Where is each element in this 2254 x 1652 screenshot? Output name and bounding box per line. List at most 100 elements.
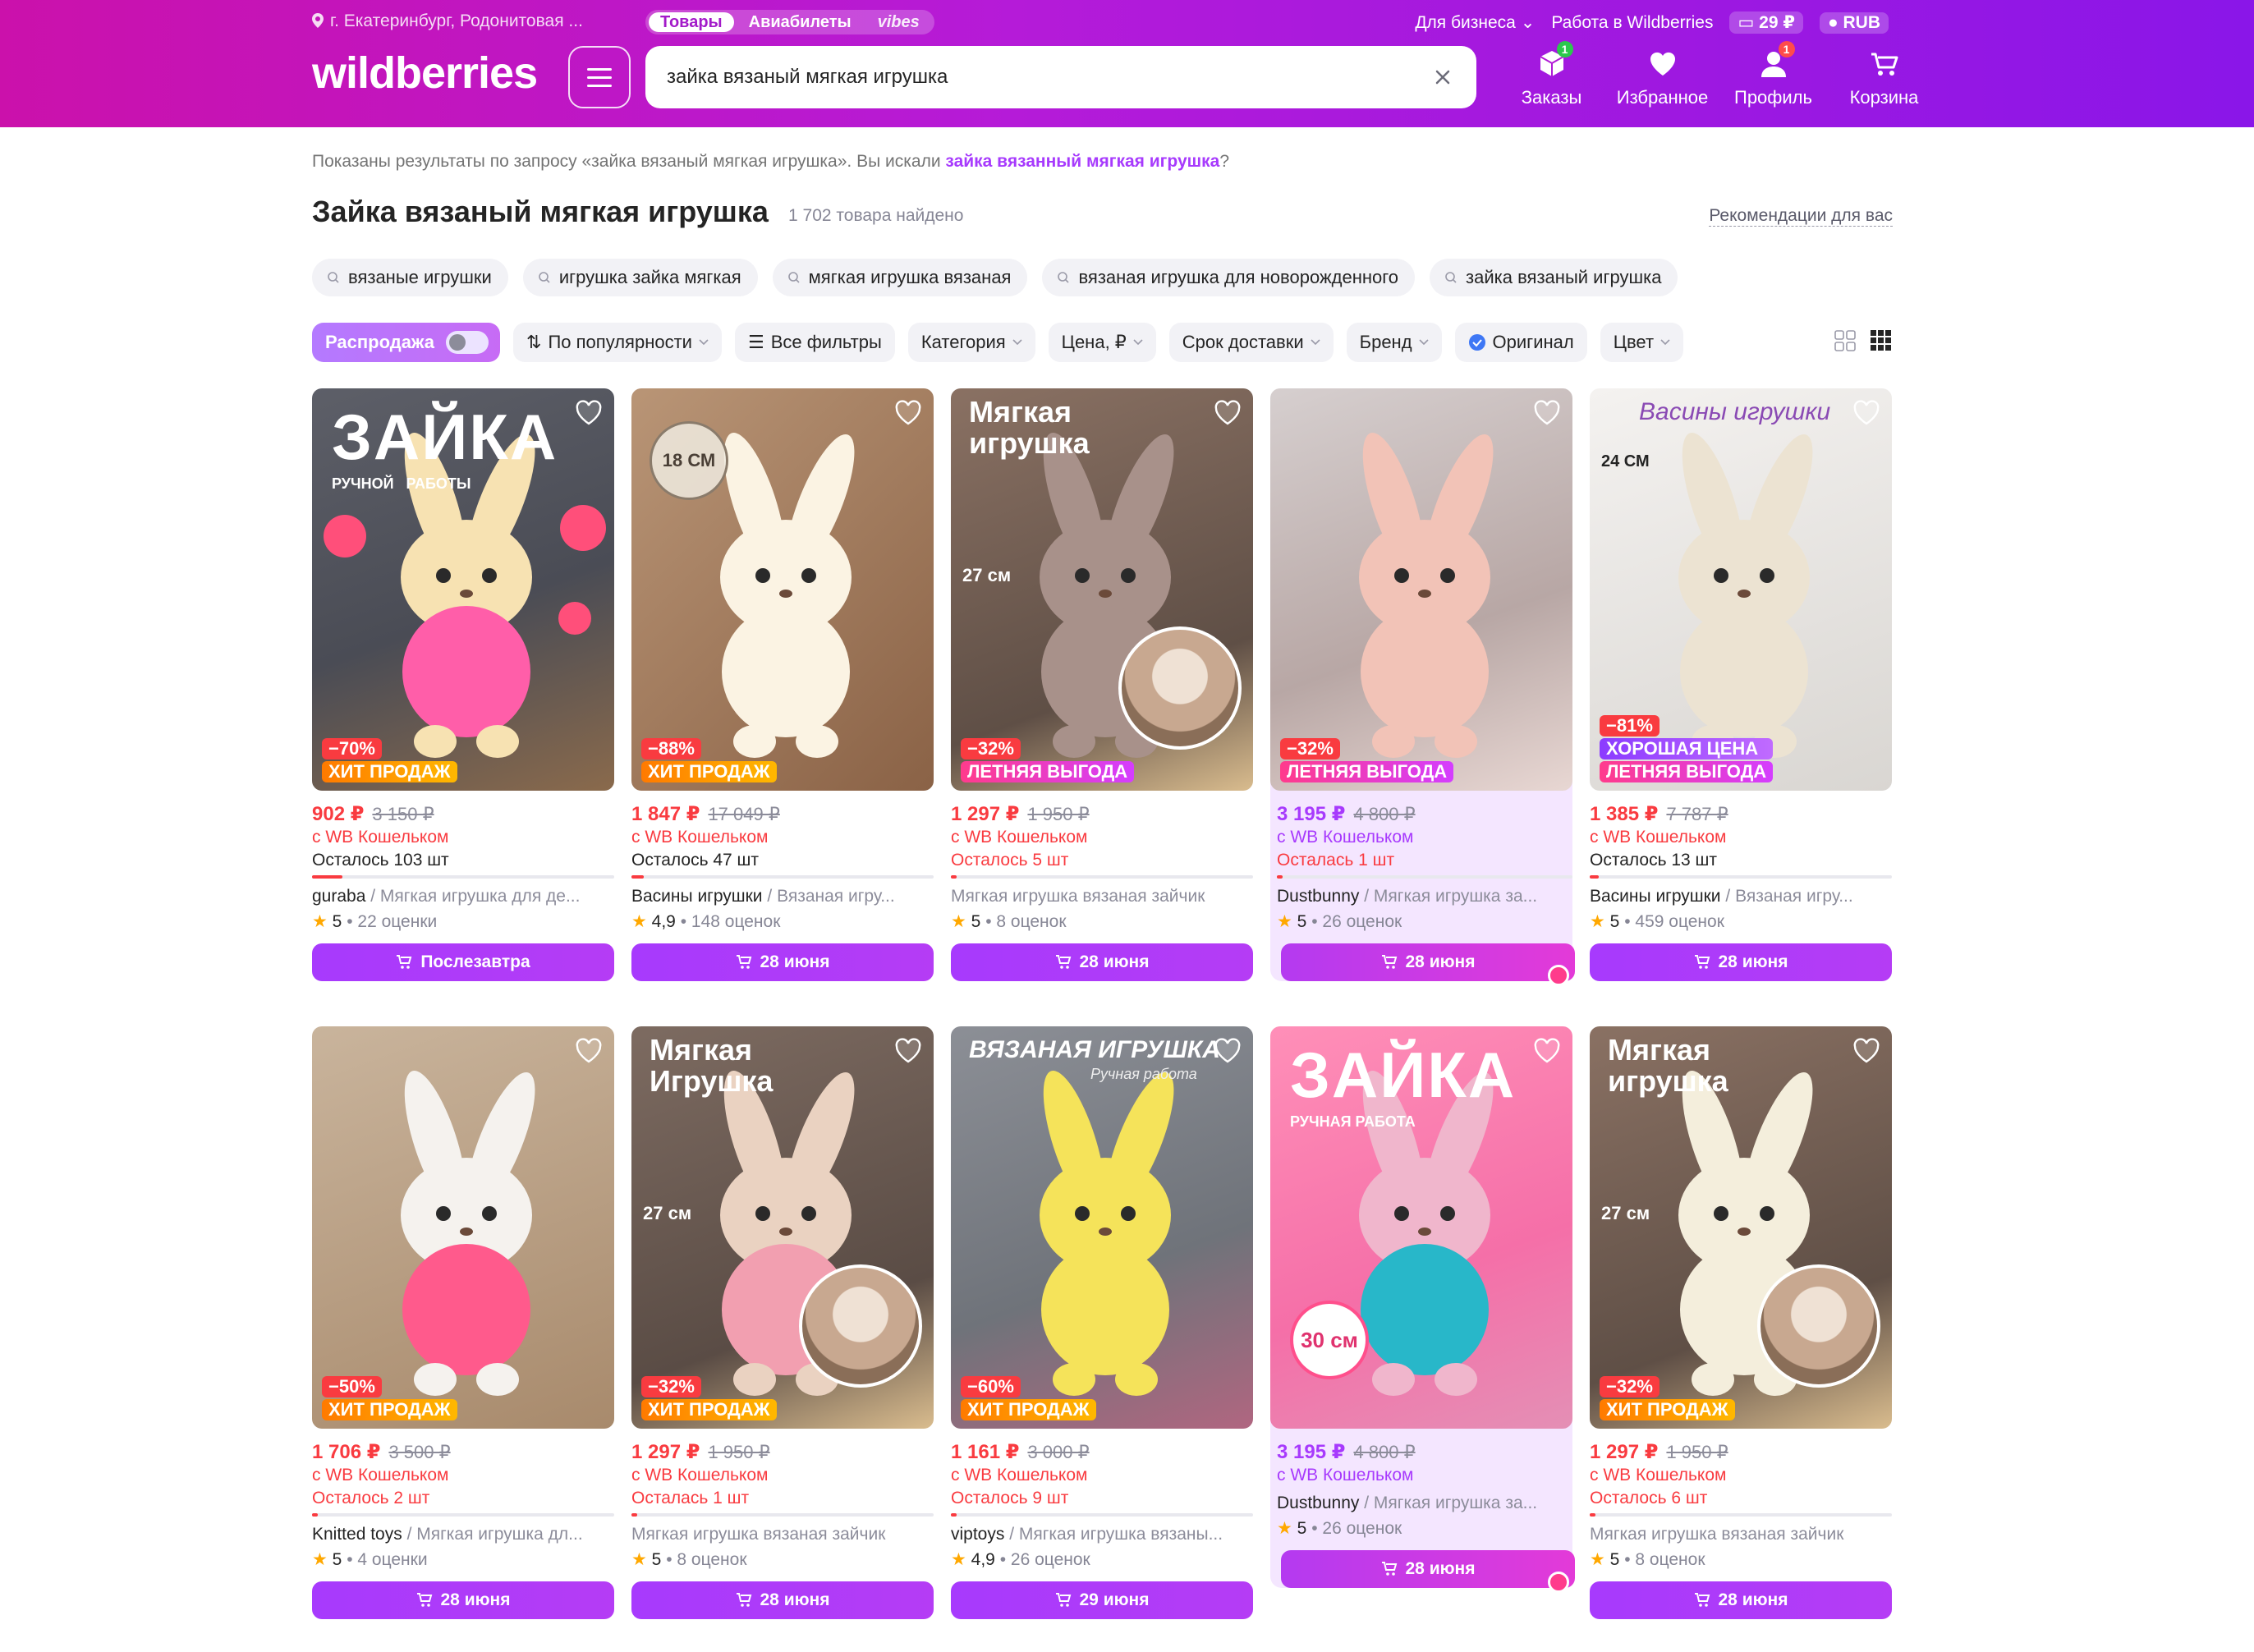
menu-button[interactable]	[568, 46, 631, 108]
product-card[interactable]: ВЯЗАНАЯ ИГРУШКА Ручная работа −60% ХИТ ПР…	[951, 1026, 1253, 1619]
corrected-query-link[interactable]: зайка вязанный мягкая игрушка	[945, 152, 1219, 171]
product-image[interactable]: ЗАЙКА РУЧНОЙ РАБОТЫ −70% ХИТ ПРОДАЖ	[312, 388, 614, 791]
filter-category[interactable]: Категория	[907, 323, 1035, 362]
suggestion-chip[interactable]: вязаная игрушка для новорожденного	[1042, 259, 1416, 296]
all-filters-button[interactable]: ☰ Все фильтры	[734, 323, 895, 362]
heart-icon[interactable]	[1214, 1038, 1242, 1064]
favorites-button[interactable]: Избранное	[1607, 43, 1718, 108]
suggestion-chip[interactable]: мягкая игрушка вязаная	[772, 259, 1028, 296]
heart-icon[interactable]	[894, 400, 922, 426]
location[interactable]: г. Екатеринбург, Родонитовая ...	[312, 11, 583, 31]
product-image[interactable]: 18 СМ −88% ХИТ ПРОДАЖ	[631, 388, 934, 791]
filter-delivery[interactable]: Срок доставки	[1168, 323, 1334, 362]
product-name[interactable]: Dustbunny / Мягкая игрушка за...	[1277, 887, 1572, 906]
recommendations-link[interactable]: Рекомендации для вас	[1709, 206, 1893, 227]
add-to-cart-button[interactable]: 28 июня	[1590, 1581, 1892, 1619]
heart-icon[interactable]	[1533, 1038, 1561, 1064]
product-title: Мягкая игрушка вязаны...	[1018, 1525, 1223, 1544]
product-card[interactable]: −50% ХИТ ПРОДАЖ 1 706 ₽ 3 500 ₽ с WB Коше…	[312, 1026, 614, 1619]
product-name[interactable]: Dustbunny / Мягкая игрушка за...	[1277, 1494, 1572, 1513]
close-icon[interactable]	[1430, 65, 1455, 89]
product-image[interactable]: ВЯЗАНАЯ ИГРУШКА Ручная работа −60% ХИТ ПР…	[951, 1026, 1253, 1429]
search-input[interactable]	[667, 46, 1406, 108]
heart-icon[interactable]	[894, 1038, 922, 1064]
suggestion-chip[interactable]: вязаные игрушки	[312, 259, 508, 296]
tab-goods[interactable]: Товары	[649, 12, 734, 32]
product-image[interactable]: Мягкая игрушка 27 см −32% ХИТ ПРОДАЖ	[1590, 1026, 1892, 1429]
grid-small-icon[interactable]	[1870, 329, 1893, 352]
filter-bar: Распродажа ⇅ По популярности ☰ Все фильтры…	[312, 323, 1893, 362]
image-subtitle: РУЧНАЯ РАБОТА	[1290, 1113, 1416, 1130]
heart-icon[interactable]	[1852, 400, 1880, 426]
add-to-cart-button[interactable]: Послезавтра	[312, 943, 614, 981]
rating: ★ 4,9 • 26 оценок	[951, 1550, 1090, 1569]
product-name[interactable]: Мягкая игрушка вязаная зайчик	[631, 1525, 934, 1544]
heart-icon[interactable]	[1533, 400, 1561, 426]
flag-icon: ●	[1827, 12, 1843, 32]
tab-vibes[interactable]: vibes	[866, 12, 931, 32]
suggestion-chip[interactable]: игрушка зайка мягкая	[522, 259, 758, 296]
grid-large-icon[interactable]	[1834, 329, 1857, 352]
product-image[interactable]: −32% ЛЕТНЯЯ ВЫГОДА	[1270, 388, 1572, 791]
product-card[interactable]: −32% ЛЕТНЯЯ ВЫГОДА 3 195 ₽ 4 800 ₽ с WB К…	[1270, 388, 1575, 986]
image-badges: −32% ХИТ ПРОДАЖ	[1600, 1376, 1735, 1420]
filter-brand[interactable]: Бренд	[1346, 323, 1442, 362]
currency-chip[interactable]: ● RUB	[1819, 11, 1889, 34]
thumbnail-inset	[1118, 626, 1242, 750]
product-image[interactable]: −50% ХИТ ПРОДАЖ	[312, 1026, 614, 1429]
product-name[interactable]: Мягкая игрушка вязаная зайчик	[951, 887, 1253, 906]
promo-tag: ЛЕТНЯЯ ВЫГОДА	[1600, 761, 1774, 782]
filter-color[interactable]: Цвет	[1600, 323, 1684, 362]
star-icon: ★	[631, 1550, 647, 1569]
add-to-cart-button[interactable]: 28 июня	[1281, 943, 1575, 981]
product-card[interactable]: ЗАЙКА РУЧНОЙ РАБОТЫ −70% ХИТ ПРОДАЖ 902 ₽…	[312, 388, 614, 981]
product-name[interactable]: Knitted toys / Мягкая игрушка дл...	[312, 1525, 614, 1544]
add-to-cart-button[interactable]: 29 июня	[951, 1581, 1253, 1619]
work-link[interactable]: Работа в Wildberries	[1551, 13, 1713, 33]
product-card[interactable]: ЗАЙКА РУЧНАЯ РАБОТА 30 см 3 195 ₽ 4 800 ₽ с…	[1270, 1026, 1575, 1593]
product-image[interactable]: Мягкая Игрушка 27 см −32% ХИТ ПРОДАЖ	[631, 1026, 934, 1429]
for-business-link[interactable]: Для бизнеса ⌄	[1415, 12, 1535, 33]
product-card[interactable]: Васины игрушки 24 СМ −81% ХОРОШАЯ ЦЕНА ЛЕ…	[1590, 388, 1892, 981]
product-name[interactable]: Васины игрушки / Вязаная игру...	[631, 887, 934, 906]
stock-left: Осталось 103 шт	[312, 851, 449, 870]
filter-price[interactable]: Цена, ₽	[1048, 323, 1156, 362]
heart-icon[interactable]	[1852, 1038, 1880, 1064]
product-card[interactable]: Мягкая Игрушка 27 см −32% ХИТ ПРОДАЖ 1 29…	[631, 1026, 934, 1619]
reviews-count: 8 оценок	[1635, 1550, 1705, 1569]
discount-badge: −32%	[1600, 1376, 1660, 1397]
suggestion-chip[interactable]: зайка вязаный игрушка	[1430, 259, 1678, 296]
heart-icon[interactable]	[575, 1038, 603, 1064]
product-name[interactable]: Васины игрушки / Вязаная игру...	[1590, 887, 1892, 906]
product-title: Вязаная игру...	[777, 887, 895, 906]
sale-toggle[interactable]: Распродажа	[312, 323, 501, 362]
add-to-cart-button[interactable]: 28 июня	[631, 943, 934, 981]
product-card[interactable]: 18 СМ −88% ХИТ ПРОДАЖ 1 847 ₽ 17 049 ₽ с …	[631, 388, 934, 981]
filter-original[interactable]: Оригинал	[1454, 323, 1587, 362]
toggle-switch[interactable]	[446, 331, 489, 354]
cart-label: Корзина	[1849, 87, 1919, 108]
product-card[interactable]: Мягкая игрушка 27 см −32% ХИТ ПРОДАЖ 1 29…	[1590, 1026, 1892, 1619]
cart-button[interactable]: Корзина	[1829, 43, 1940, 108]
product-name[interactable]: Мягкая игрушка вязаная зайчик	[1590, 1525, 1892, 1544]
product-name[interactable]: guraba / Мягкая игрушка для де...	[312, 887, 614, 906]
wallet-note: с WB Кошельком	[312, 828, 449, 847]
product-image[interactable]: Васины игрушки 24 СМ −81% ХОРОШАЯ ЦЕНА ЛЕ…	[1590, 388, 1892, 791]
add-to-cart-button[interactable]: 28 июня	[1590, 943, 1892, 981]
add-to-cart-button[interactable]: 28 июня	[631, 1581, 934, 1619]
add-to-cart-button[interactable]: 28 июня	[1281, 1550, 1575, 1588]
product-image[interactable]: ЗАЙКА РУЧНАЯ РАБОТА 30 см	[1270, 1026, 1572, 1429]
heart-icon[interactable]	[1214, 400, 1242, 426]
heart-icon[interactable]	[575, 400, 603, 426]
orders-button[interactable]: 1 Заказы	[1496, 41, 1607, 108]
add-to-cart-button[interactable]: 28 июня	[312, 1581, 614, 1619]
profile-button[interactable]: 1 Профиль	[1718, 41, 1829, 108]
sort-button[interactable]: ⇅ По популярности	[513, 323, 722, 362]
product-image[interactable]: Мягкая игрушка 27 см −32% ЛЕТНЯЯ ВЫГОДА	[951, 388, 1253, 791]
product-name[interactable]: viptoys / Мягкая игрушка вязаны...	[951, 1525, 1253, 1544]
product-card[interactable]: Мягкая игрушка 27 см −32% ЛЕТНЯЯ ВЫГОДА 1…	[951, 388, 1253, 981]
balance-chip[interactable]: ▭ 29 ₽	[1729, 11, 1803, 34]
logo[interactable]: wildberries	[312, 48, 538, 99]
tab-flights[interactable]: Авиабилеты	[737, 12, 863, 32]
add-to-cart-button[interactable]: 28 июня	[951, 943, 1253, 981]
